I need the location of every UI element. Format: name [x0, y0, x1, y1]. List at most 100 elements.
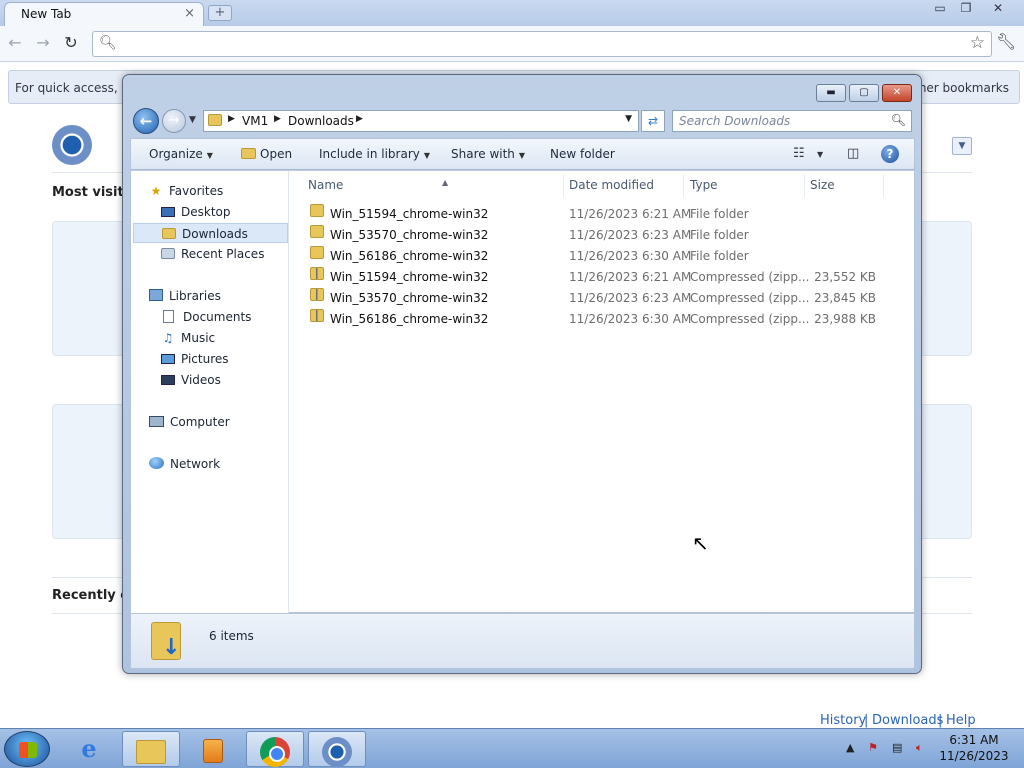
details-pane: 6 items	[130, 613, 915, 669]
file-type: File folder	[690, 228, 749, 242]
column-header-size[interactable]: Size	[804, 175, 884, 197]
back-button-icon[interactable]: ←	[133, 108, 159, 134]
column-header-date[interactable]: Date modified	[563, 175, 684, 197]
file-row[interactable]: Win_53570_chrome-win32 11/26/2023 6:23 A…	[290, 225, 900, 246]
new-folder-button[interactable]: New folder	[550, 147, 615, 161]
include-in-library-button[interactable]: Include in library ▼	[319, 147, 430, 161]
file-row[interactable]: Win_51594_chrome-win32 11/26/2023 6:21 A…	[290, 267, 900, 288]
change-view-icon[interactable]: ☷	[793, 146, 805, 161]
organize-button[interactable]: Organize ▼	[149, 147, 213, 161]
videos-icon	[161, 375, 175, 385]
explorer-maximize-button[interactable]: ▢	[849, 84, 879, 102]
pictures-icon	[161, 354, 175, 364]
file-row[interactable]: Win_51594_chrome-win32 11/26/2023 6:21 A…	[290, 204, 900, 225]
explorer-body: ★ Favorites Desktop Downloads Recent Plac…	[130, 171, 915, 613]
file-row[interactable]: Win_56186_chrome-win32 11/26/2023 6:30 A…	[290, 246, 900, 267]
nav-label: Documents	[183, 310, 252, 324]
file-type: File folder	[690, 249, 749, 263]
recent-places-icon	[161, 248, 175, 259]
refresh-icon[interactable]: ⇄	[641, 110, 665, 132]
file-date: 11/26/2023 6:30 AM	[569, 249, 692, 263]
start-button[interactable]	[4, 731, 50, 767]
browser-close-button[interactable]: ✕	[984, 0, 1012, 18]
preview-pane-icon[interactable]: ◫	[847, 146, 859, 161]
taskbar-google-chrome[interactable]	[246, 731, 304, 767]
taskbar-windows-explorer[interactable]	[122, 731, 180, 767]
breadcrumb-vm1[interactable]: VM1	[242, 114, 268, 128]
nav-music[interactable]: ♫ Music	[161, 328, 287, 348]
back-arrow-icon[interactable]: ←	[4, 33, 26, 53]
column-header-type[interactable]: Type	[684, 175, 805, 197]
nav-network[interactable]: Network	[149, 454, 287, 474]
recent-pages-dropdown-icon[interactable]: ▼	[189, 115, 196, 125]
nav-videos[interactable]: Videos	[161, 370, 287, 390]
browser-restore-button[interactable]: ❐	[952, 0, 980, 18]
network-status-icon[interactable]: ▤	[892, 741, 902, 754]
zip-folder-icon	[310, 309, 324, 322]
browser-minimize-button[interactable]: ▭	[926, 0, 954, 18]
help-icon[interactable]: ?	[881, 145, 899, 163]
nav-computer[interactable]: Computer	[149, 412, 287, 432]
breadcrumb-downloads[interactable]: Downloads	[288, 114, 354, 128]
share-with-button[interactable]: Share with ▼	[451, 147, 525, 161]
nav-desktop[interactable]: Desktop	[161, 202, 287, 222]
file-name: Win_51594_chrome-win32	[330, 207, 489, 221]
search-box[interactable]: 🔍︎	[672, 110, 912, 132]
nav-label: Videos	[181, 373, 221, 387]
nav-libraries[interactable]: Libraries	[149, 286, 287, 306]
file-row[interactable]: Win_56186_chrome-win32 11/26/2023 6:30 A…	[290, 309, 900, 330]
search-icon[interactable]: 🔍︎	[891, 113, 906, 127]
nav-recent-places[interactable]: Recent Places	[161, 244, 287, 264]
nav-pictures[interactable]: Pictures	[161, 349, 287, 369]
taskbar-internet-explorer[interactable]: e	[60, 731, 118, 767]
breadcrumb-arrow-icon[interactable]: ▶	[356, 114, 363, 124]
new-tab-menu-button[interactable]: ▼	[952, 137, 972, 155]
address-bar[interactable]: ▶ VM1 ▶ Downloads ▶ ▼	[203, 110, 639, 132]
nav-label: Desktop	[181, 205, 231, 219]
chromium-logo-icon	[52, 125, 92, 165]
open-button[interactable]: Open	[241, 147, 292, 161]
breadcrumb-arrow-icon[interactable]: ▶	[274, 114, 281, 124]
column-header-name[interactable]: Name ▲	[302, 175, 564, 197]
folder-icon	[310, 225, 324, 238]
tab-new-tab[interactable]: New Tab ×	[4, 2, 204, 26]
include-in-library-label: Include in library	[319, 147, 420, 161]
footer-separator: |	[938, 713, 943, 728]
chrome-titlebar: New Tab × + ▭ ❐ ✕	[0, 0, 1024, 26]
nav-documents[interactable]: Documents	[161, 307, 287, 327]
omnibox-input[interactable]	[119, 35, 959, 53]
tab-close-icon[interactable]: ×	[184, 6, 195, 21]
new-tab-button[interactable]: +	[208, 5, 232, 21]
search-input[interactable]	[679, 113, 879, 129]
explorer-minimize-button[interactable]: ▬	[816, 84, 846, 102]
bookmark-star-icon[interactable]: ☆	[970, 33, 985, 53]
file-name: Win_53570_chrome-win32	[330, 291, 489, 305]
address-dropdown-icon[interactable]: ▼	[625, 114, 632, 124]
help-link[interactable]: Help	[946, 713, 976, 728]
taskbar-chromium[interactable]	[308, 731, 366, 767]
downloads-folder-icon	[151, 622, 181, 660]
forward-arrow-icon[interactable]: →	[32, 33, 54, 53]
file-row[interactable]: Win_53570_chrome-win32 11/26/2023 6:23 A…	[290, 288, 900, 309]
action-center-flag-icon[interactable]: ⚑	[868, 741, 878, 754]
history-link[interactable]: History	[820, 713, 866, 728]
omnibox[interactable]: 🔍︎ ☆	[92, 31, 992, 57]
taskbar-media-player[interactable]	[184, 731, 242, 767]
folder-icon	[310, 204, 324, 217]
breadcrumb-arrow-icon[interactable]: ▶	[228, 114, 235, 124]
volume-muted-icon[interactable]: 🔈︎	[916, 741, 923, 755]
file-date: 11/26/2023 6:21 AM	[569, 270, 692, 284]
system-clock[interactable]: 6:31 AM 11/26/2023	[938, 732, 1010, 764]
nav-favorites[interactable]: ★ Favorites	[149, 181, 287, 201]
explorer-close-button[interactable]: ✕	[882, 84, 912, 102]
column-label: Name	[308, 178, 344, 192]
forward-button-icon[interactable]: →	[162, 109, 186, 133]
show-hidden-icons-arrow-icon[interactable]: ▲	[846, 741, 854, 754]
downloads-link[interactable]: Downloads	[872, 713, 943, 728]
chevron-down-icon[interactable]: ▼	[817, 150, 823, 159]
wrench-menu-icon[interactable]: 🔧︎	[996, 32, 1016, 51]
nav-downloads[interactable]: Downloads	[133, 223, 288, 243]
reload-icon[interactable]: ↻	[60, 33, 82, 53]
navigation-pane: ★ Favorites Desktop Downloads Recent Plac…	[131, 171, 289, 613]
file-date: 11/26/2023 6:21 AM	[569, 207, 692, 221]
